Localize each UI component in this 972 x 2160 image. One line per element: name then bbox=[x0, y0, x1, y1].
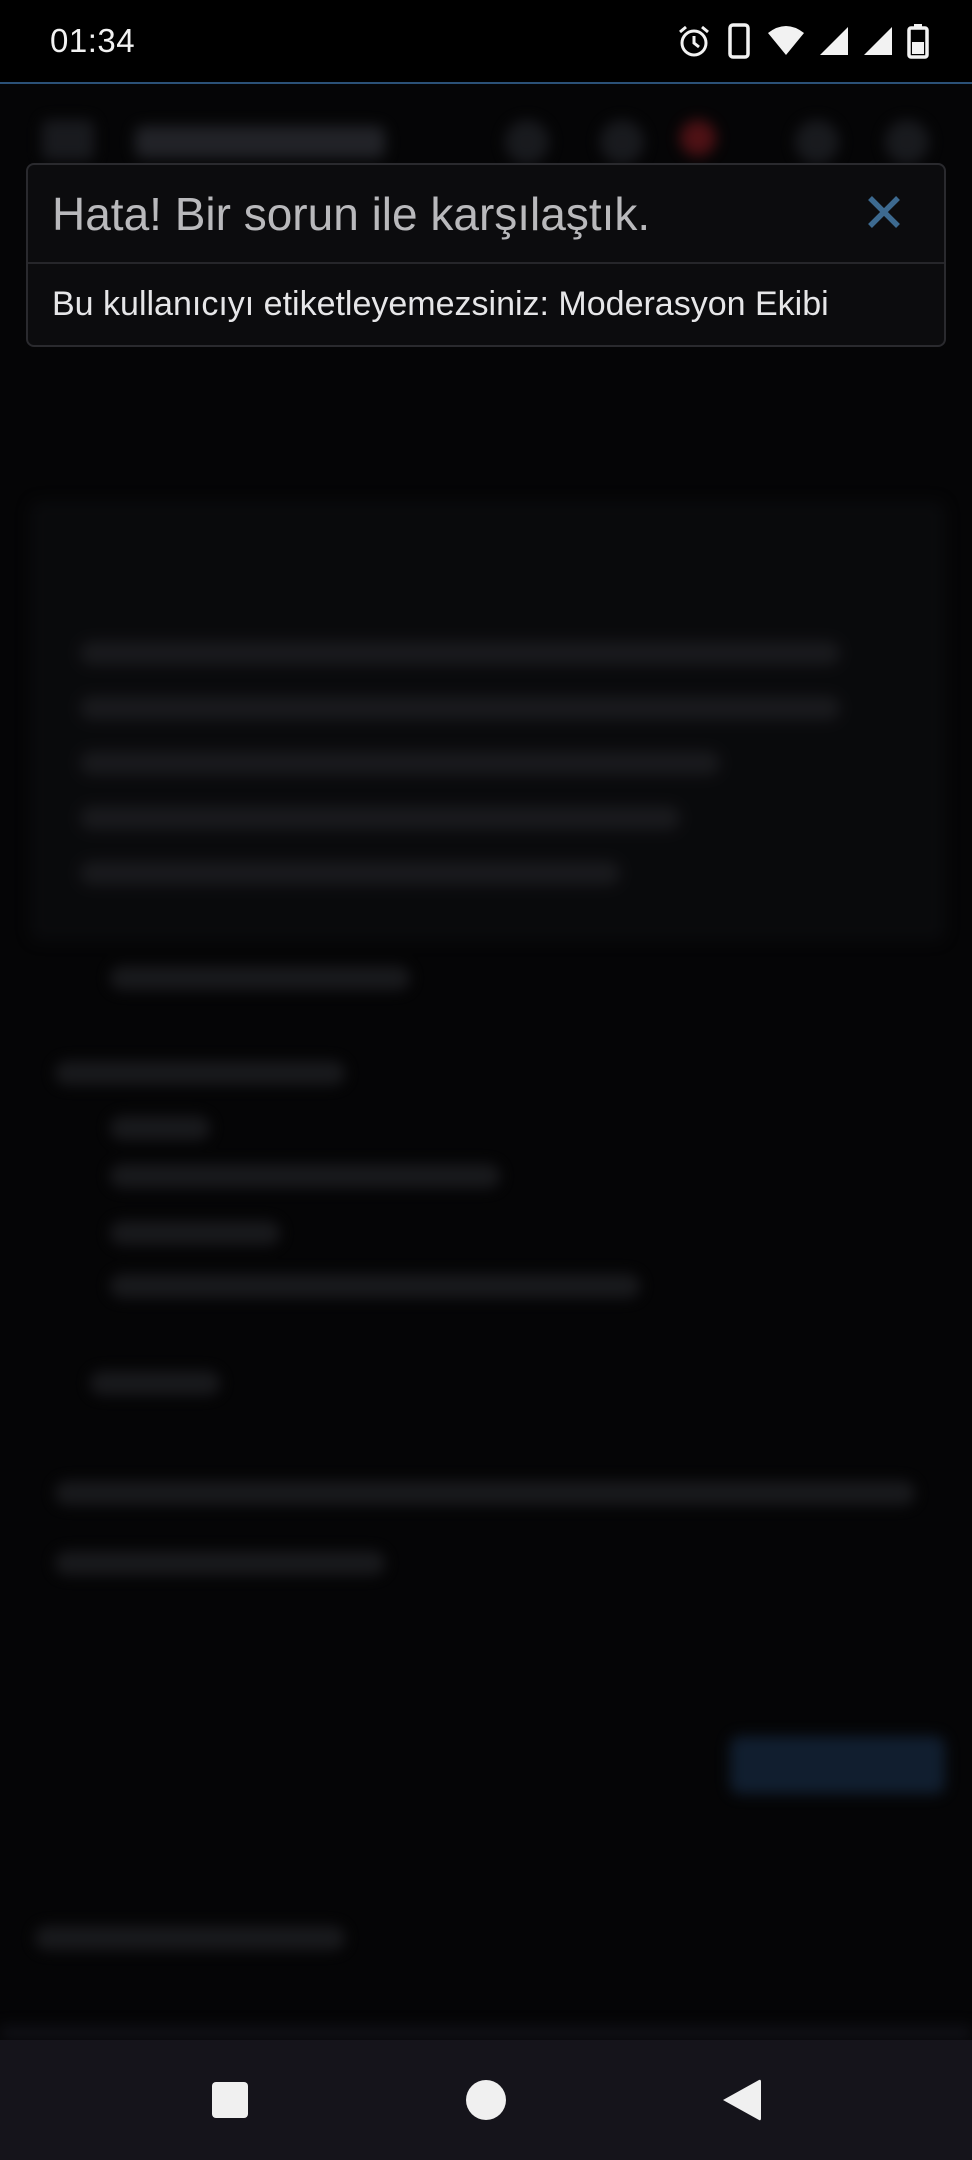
account-icon bbox=[795, 120, 839, 164]
background-text-line bbox=[55, 1551, 385, 1575]
status-bar: 01:34 bbox=[0, 0, 972, 84]
error-dialog: Hata! Bir sorun ile karşılaştık. Bu kull… bbox=[26, 163, 946, 347]
back-triangle-icon[interactable] bbox=[720, 2078, 764, 2122]
home-circle-icon[interactable] bbox=[464, 2078, 508, 2122]
error-dialog-header: Hata! Bir sorun ile karşılaştık. bbox=[28, 165, 944, 264]
background-text-line bbox=[80, 641, 840, 665]
background-text-line bbox=[80, 806, 680, 830]
close-icon[interactable] bbox=[862, 190, 906, 234]
background-text-line bbox=[110, 1116, 210, 1140]
background-text-line bbox=[90, 1371, 220, 1395]
more-icon bbox=[885, 120, 929, 164]
battery-icon bbox=[907, 24, 929, 59]
status-icons bbox=[676, 23, 930, 59]
menu-icon bbox=[42, 120, 94, 160]
background-bottom-bar bbox=[0, 2026, 972, 2040]
background-text-line bbox=[80, 861, 620, 885]
signal-icon bbox=[864, 27, 892, 55]
wifi-icon bbox=[768, 26, 804, 55]
error-dialog-message: Bu kullanıcıyı etiketleyemezsiniz: Moder… bbox=[52, 284, 829, 323]
background-button bbox=[730, 1736, 945, 1794]
background-text-line bbox=[55, 1061, 345, 1085]
site-logo bbox=[135, 126, 385, 158]
background-text-line bbox=[55, 1481, 915, 1505]
background-text-line bbox=[80, 751, 720, 775]
background-text-line bbox=[110, 1274, 640, 1298]
background-text-line bbox=[80, 696, 840, 720]
blurred-background-page bbox=[0, 86, 972, 2040]
background-text-line bbox=[35, 1926, 345, 1950]
alarm-icon bbox=[679, 25, 709, 57]
phone-icon bbox=[728, 23, 750, 59]
background-text-line bbox=[110, 1221, 280, 1245]
error-dialog-body: Bu kullanıcıyı etiketleyemezsiniz: Moder… bbox=[28, 264, 944, 344]
signal-icon bbox=[820, 27, 848, 55]
recents-square-icon[interactable] bbox=[208, 2078, 252, 2122]
chat-icon bbox=[600, 120, 644, 164]
background-text-line bbox=[110, 966, 410, 990]
search-icon bbox=[505, 120, 549, 164]
status-time: 01:34 bbox=[50, 22, 136, 59]
notification-icon bbox=[680, 120, 716, 156]
background-text-line bbox=[110, 1164, 500, 1188]
error-dialog-title: Hata! Bir sorun ile karşılaştık. bbox=[52, 187, 651, 240]
